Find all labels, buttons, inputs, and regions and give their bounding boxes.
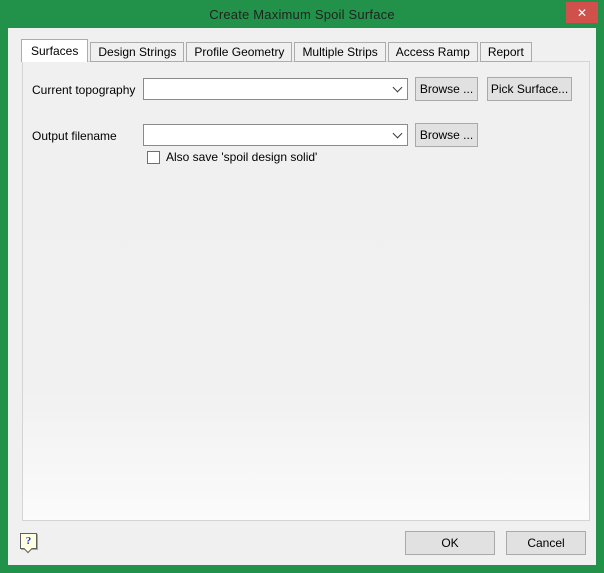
close-button[interactable]: ✕: [566, 2, 598, 23]
window-title: Create Maximum Spoil Surface: [209, 6, 395, 22]
chevron-down-icon: [392, 128, 402, 138]
pick-surface-button[interactable]: Pick Surface...: [487, 77, 572, 101]
dialog-window: Create Maximum Spoil Surface ✕ Surfaces …: [0, 0, 604, 573]
tab-profile-geometry[interactable]: Profile Geometry: [186, 42, 293, 62]
tab-multiple-strips[interactable]: Multiple Strips: [294, 42, 386, 62]
context-help-button[interactable]: ?: [20, 533, 37, 553]
chevron-down-icon: [392, 82, 402, 92]
also-save-checkbox-row[interactable]: Also save 'spoil design solid': [147, 150, 317, 164]
tab-design-strings[interactable]: Design Strings: [90, 42, 185, 62]
close-icon: ✕: [576, 5, 588, 20]
dialog-body: Surfaces Design Strings Profile Geometry…: [8, 28, 596, 565]
output-filename-dropdown-button[interactable]: [387, 125, 407, 145]
also-save-checkbox-label: Also save 'spoil design solid': [166, 150, 318, 164]
cancel-button[interactable]: Cancel: [506, 531, 586, 555]
title-bar[interactable]: Create Maximum Spoil Surface ✕: [0, 0, 604, 28]
output-filename-browse-button[interactable]: Browse ...: [415, 123, 478, 147]
current-topography-input[interactable]: [144, 79, 387, 99]
ok-button[interactable]: OK: [405, 531, 495, 555]
output-filename-combobox[interactable]: [143, 124, 408, 146]
tab-access-ramp[interactable]: Access Ramp: [387, 42, 478, 62]
tab-report[interactable]: Report: [479, 42, 532, 62]
current-topography-combobox[interactable]: [143, 78, 408, 100]
output-filename-input[interactable]: [144, 125, 387, 145]
tab-surfaces[interactable]: Surfaces: [21, 39, 89, 62]
current-topography-browse-button[interactable]: Browse ...: [415, 77, 478, 101]
output-filename-label: Output filename: [32, 129, 117, 143]
also-save-checkbox[interactable]: [147, 150, 160, 164]
tab-bar: Surfaces Design Strings Profile Geometry…: [21, 39, 532, 62]
current-topography-dropdown-button[interactable]: [387, 79, 407, 99]
current-topography-label: Current topography: [32, 83, 136, 97]
